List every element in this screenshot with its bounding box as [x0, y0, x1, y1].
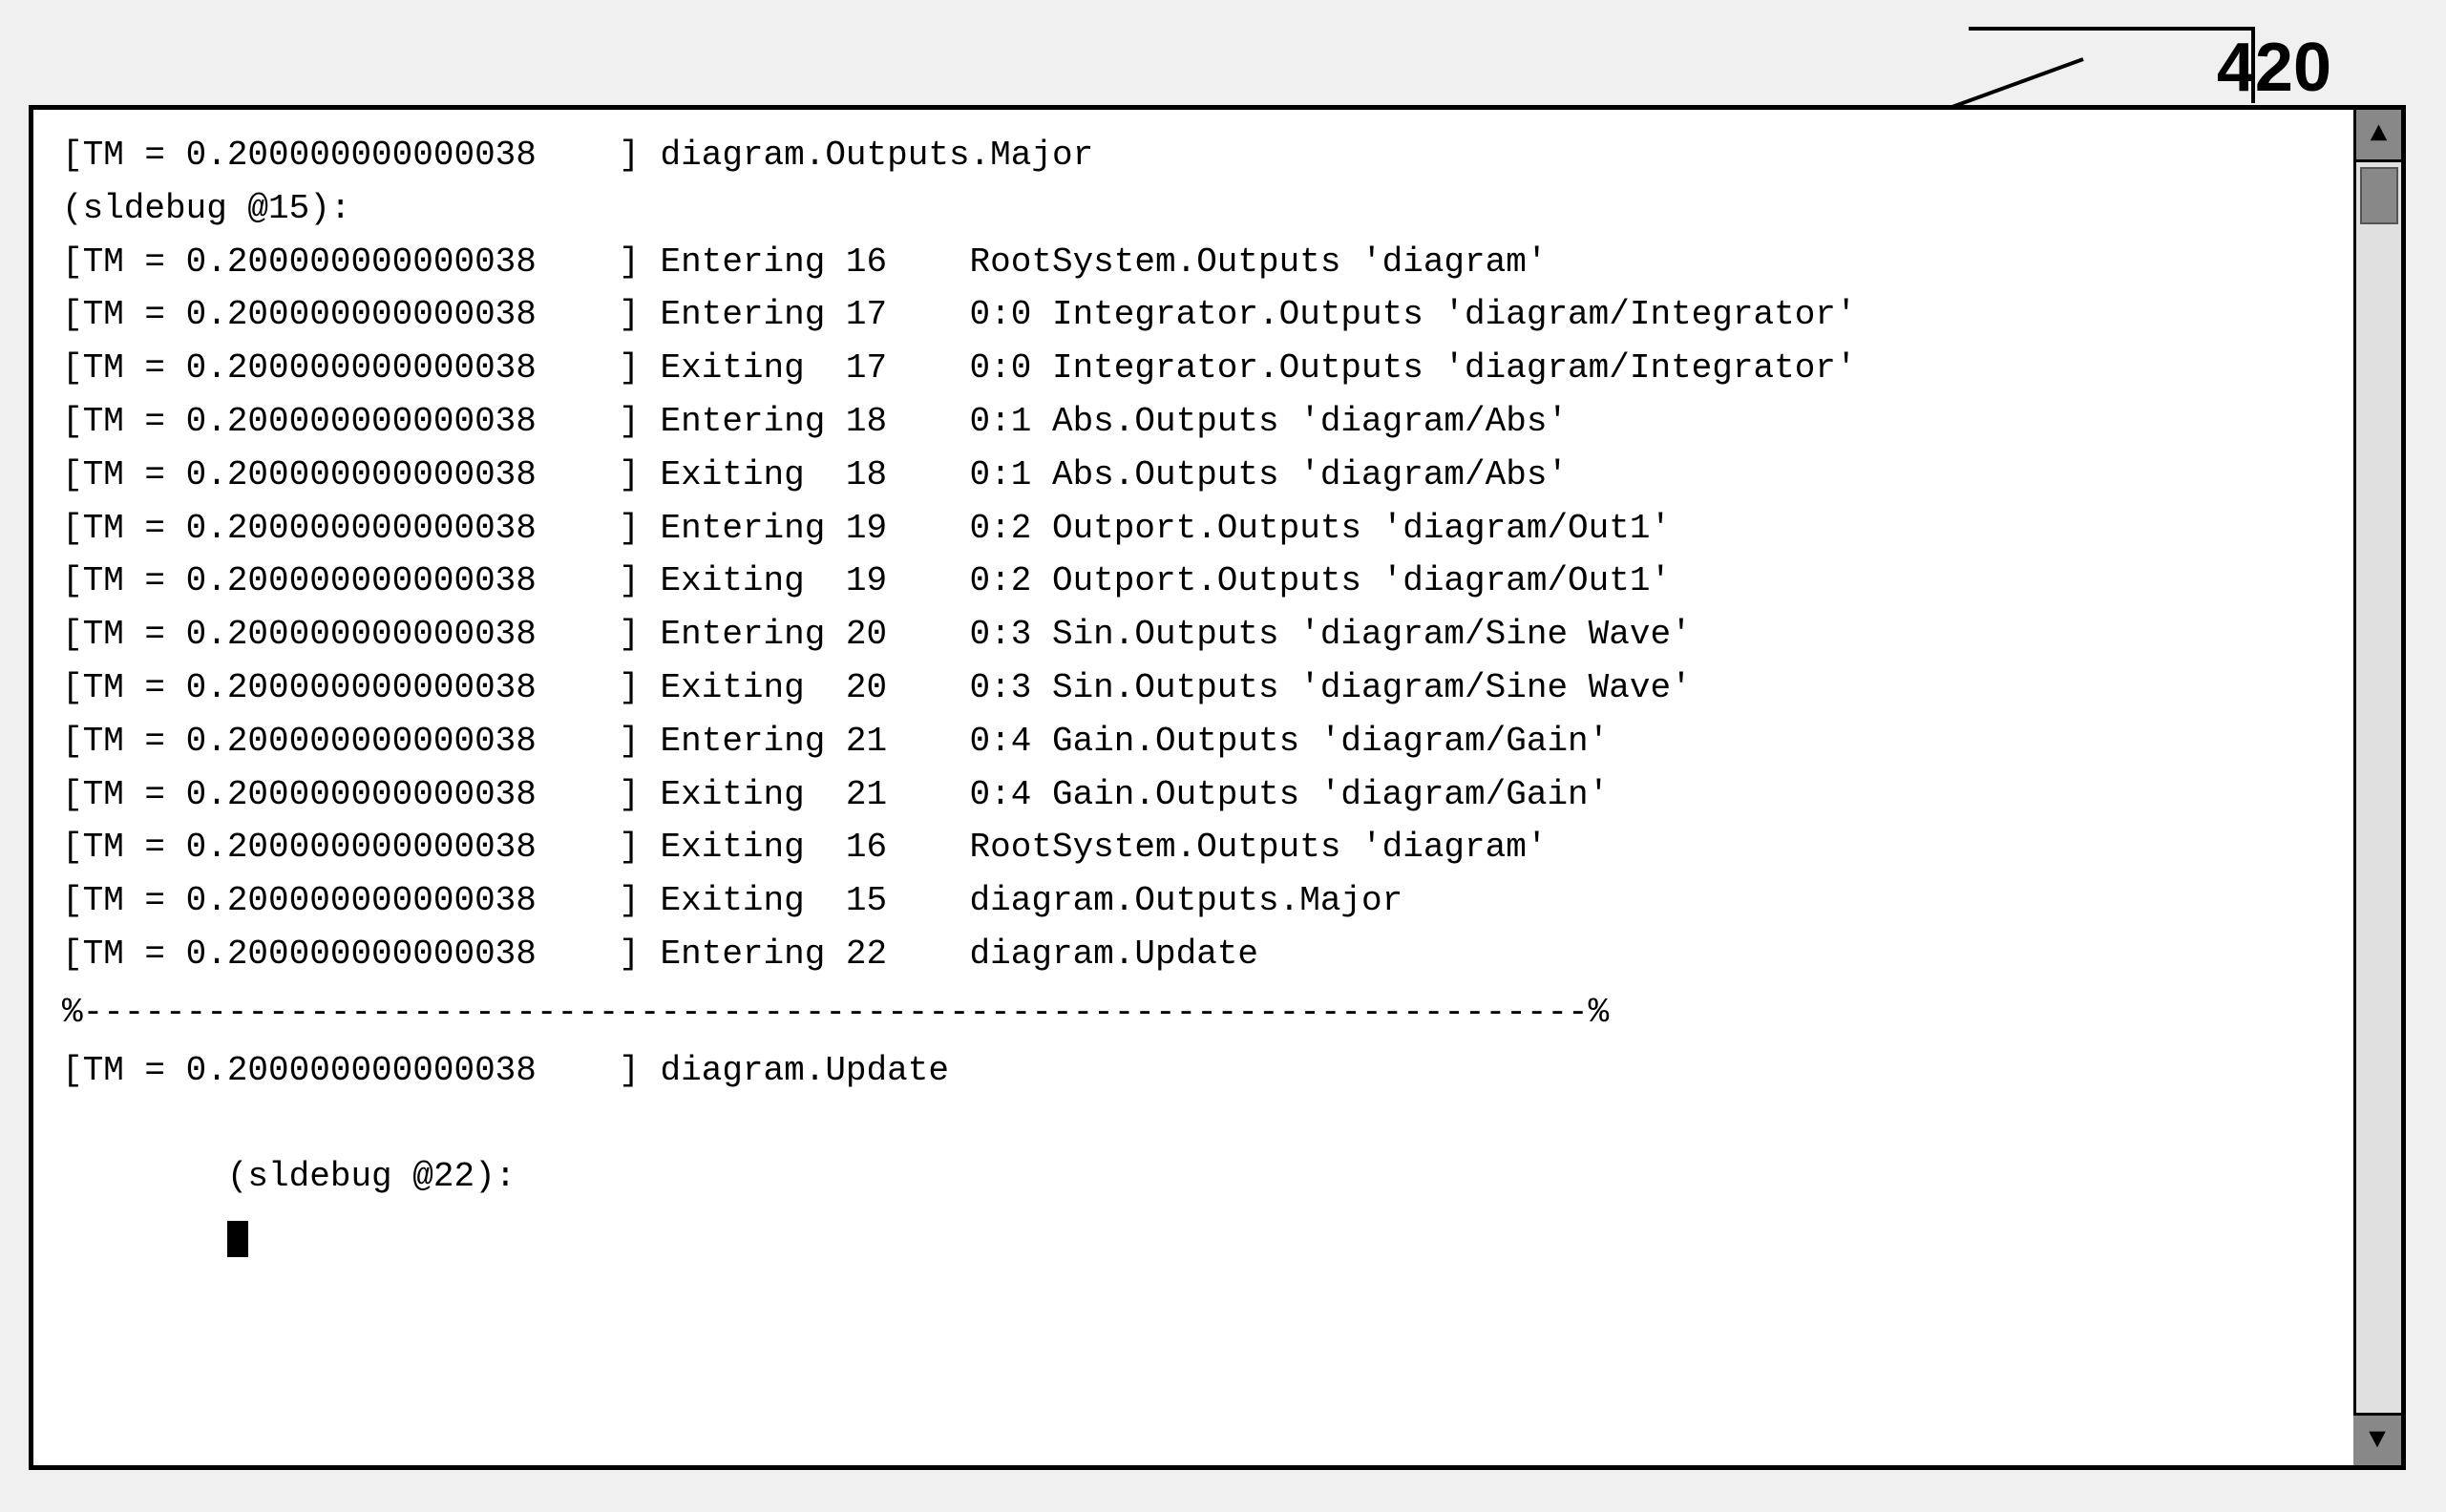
terminal-line-7: [TM = 0.200000000000038 ] Exiting 18 0:1…: [62, 449, 2325, 502]
bottom-line-2: (sldebug @22):: [62, 1097, 2325, 1310]
prompt-text: (sldebug @22):: [227, 1157, 516, 1196]
cursor: [227, 1221, 248, 1257]
terminal-line-13: [TM = 0.200000000000038 ] Exiting 21 0:4…: [62, 768, 2325, 822]
bracket-label: [1969, 27, 2255, 103]
terminal-line-2: (sldebug @15):: [62, 182, 2325, 236]
terminal-area: [TM = 0.200000000000038 ] diagram.Output…: [33, 110, 2401, 1465]
terminal-line-12: [TM = 0.200000000000038 ] Entering 21 0:…: [62, 715, 2325, 768]
scrollbar-thumb[interactable]: [2360, 167, 2398, 224]
terminal-line-1: [TM = 0.200000000000038 ] diagram.Output…: [62, 129, 2325, 182]
scroll-up-icon: ▲: [2370, 118, 2387, 151]
scroll-up-button[interactable]: ▲: [2356, 110, 2401, 162]
terminal-line-6: [TM = 0.200000000000038 ] Entering 18 0:…: [62, 395, 2325, 449]
terminal-line-8: [TM = 0.200000000000038 ] Entering 19 0:…: [62, 502, 2325, 556]
scroll-down-icon: ▼: [2369, 1424, 2386, 1457]
terminal-line-14: [TM = 0.200000000000038 ] Exiting 16 Roo…: [62, 821, 2325, 874]
terminal-line-11: [TM = 0.200000000000038 ] Exiting 20 0:3…: [62, 662, 2325, 715]
terminal-line-16: [TM = 0.200000000000038 ] Entering 22 di…: [62, 928, 2325, 981]
separator-line: %---------------------------------------…: [62, 986, 2325, 1040]
terminal-line-4: [TM = 0.200000000000038 ] Entering 17 0:…: [62, 288, 2325, 342]
terminal-content: [TM = 0.200000000000038 ] diagram.Output…: [33, 110, 2353, 1465]
bottom-line-1: [TM = 0.200000000000038 ] diagram.Update: [62, 1044, 2325, 1098]
terminal-line-3: [TM = 0.200000000000038 ] Entering 16 Ro…: [62, 236, 2325, 289]
terminal-line-9: [TM = 0.200000000000038 ] Exiting 19 0:2…: [62, 555, 2325, 608]
scrollbar: ▲ ▼: [2353, 110, 2401, 1465]
terminal-line-5: [TM = 0.200000000000038 ] Exiting 17 0:0…: [62, 342, 2325, 395]
main-container: [TM = 0.200000000000038 ] diagram.Output…: [29, 105, 2406, 1470]
terminal-line-10: [TM = 0.200000000000038 ] Entering 20 0:…: [62, 608, 2325, 662]
scroll-down-button[interactable]: ▼: [2353, 1413, 2401, 1465]
terminal-line-15: [TM = 0.200000000000038 ] Exiting 15 dia…: [62, 874, 2325, 928]
